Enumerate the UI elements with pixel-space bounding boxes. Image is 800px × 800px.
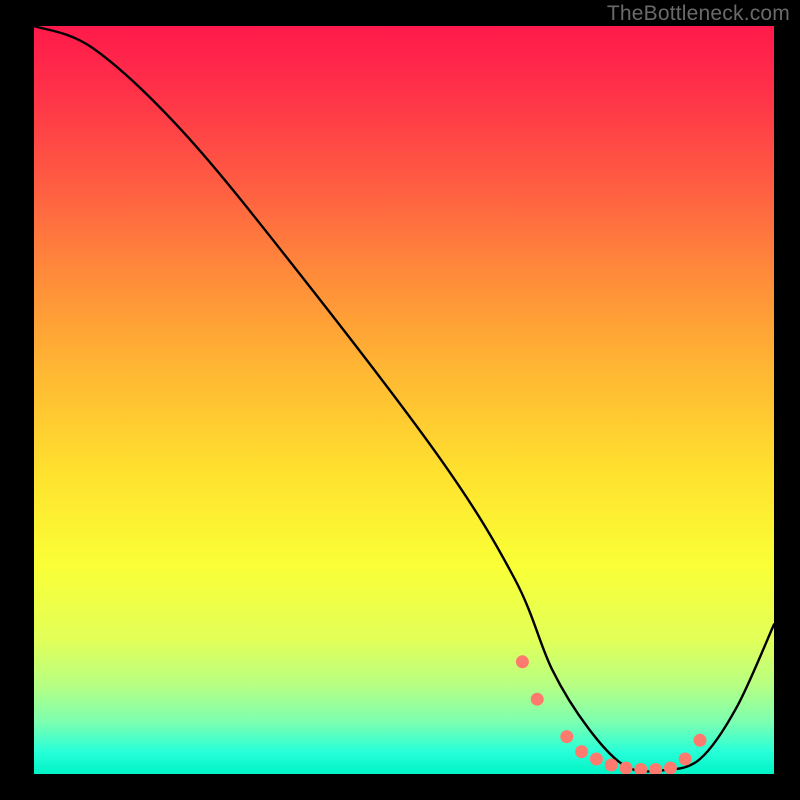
marker-dot [560, 730, 573, 743]
watermark-text: TheBottleneck.com [607, 2, 790, 26]
marker-dot [634, 763, 647, 774]
marker-dot [590, 753, 603, 766]
plot-area [34, 26, 774, 774]
marker-dot [620, 762, 633, 775]
marker-group [516, 655, 707, 774]
curve-path [34, 26, 774, 771]
marker-dot [664, 762, 677, 775]
marker-dot [516, 655, 529, 668]
marker-dot [605, 759, 618, 772]
bottleneck-curve [34, 26, 774, 774]
marker-dot [531, 693, 544, 706]
marker-dot [649, 763, 662, 774]
marker-dot [575, 745, 588, 758]
chart-frame: TheBottleneck.com [0, 0, 800, 800]
marker-dot [694, 734, 707, 747]
marker-dot [679, 753, 692, 766]
